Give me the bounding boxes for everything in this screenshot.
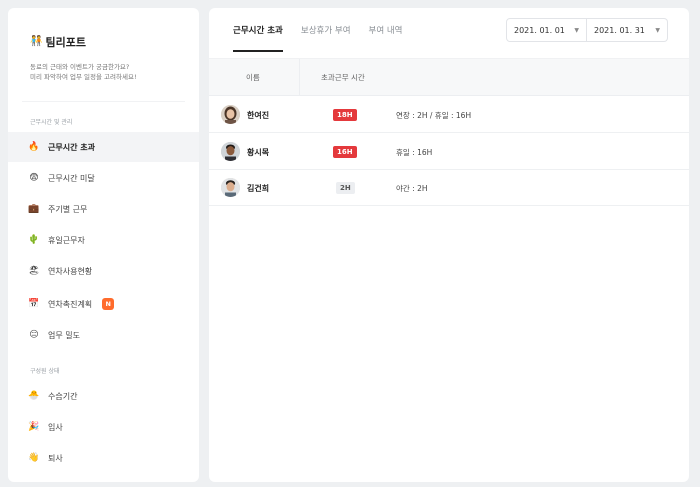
- cactus-icon: 🌵: [28, 234, 40, 245]
- overtime-badge: 16H: [333, 146, 357, 158]
- chevron-down-icon: ▼: [655, 26, 660, 34]
- sidebar-item-joined[interactable]: 🎉 입사: [8, 412, 199, 442]
- overtime-badge: 2H: [336, 182, 355, 194]
- sidebar-item-leave-promotion[interactable]: 📅 연차촉진계획 N: [8, 289, 199, 319]
- new-badge: N: [102, 298, 115, 310]
- waving-hand-icon: 👋: [28, 452, 40, 463]
- member-name: 김건희: [247, 183, 270, 193]
- overtime-detail: 휴일 : 16H: [396, 147, 433, 157]
- member-name: 황시목: [247, 147, 270, 157]
- sidebar-item-label: 주기별 근무: [48, 204, 88, 214]
- sidebar-item-leave-usage[interactable]: 🏖 연차사용현황: [8, 256, 199, 286]
- sidebar-item-label: 휴일근무자: [48, 235, 85, 245]
- sidebar-item-undertime[interactable]: 😨 근무시간 미달: [8, 163, 199, 193]
- sidebar-item-holiday-workers[interactable]: 🌵 휴일근무자: [8, 225, 199, 255]
- sidebar-item-label: 연차사용현황: [48, 266, 93, 276]
- avatar-man-icon: [221, 142, 240, 161]
- party-popper-icon: 🎉: [28, 421, 40, 432]
- anxious-face-icon: 😨: [29, 172, 39, 183]
- sidebar-item-label: 업무 밀도: [48, 330, 80, 340]
- sidebar-item-resigned[interactable]: 👋 퇴사: [8, 443, 199, 473]
- brand: 🧑‍🤝‍🧑 팀리포트: [30, 34, 86, 50]
- sidebar-item-label: 입사: [48, 422, 63, 432]
- table-row[interactable]: 황시목 16H 휴일 : 16H: [209, 134, 689, 170]
- overtime-detail: 야간 : 2H: [396, 183, 428, 193]
- table-row[interactable]: 김건희 2H 야간 : 2H: [209, 170, 689, 206]
- sidebar-item-label: 연차촉진계획: [48, 299, 93, 309]
- start-date-value: 2021. 01. 01: [514, 25, 565, 35]
- avatar-woman-icon: [221, 105, 240, 124]
- tab-compensation-leave[interactable]: 보상휴가 부여: [301, 8, 351, 52]
- sidebar-item-periodic-work[interactable]: 💼 주기별 근무: [8, 194, 199, 224]
- avatar: [221, 178, 240, 197]
- overtime-detail: 연장 : 2H / 휴일 : 16H: [396, 110, 472, 120]
- sidebar-item-label: 근무시간 미달: [48, 173, 95, 183]
- date-range: 2021. 01. 01 ▼ 2021. 01. 31 ▼: [506, 18, 668, 42]
- tab-overtime[interactable]: 근무시간 초과: [233, 8, 283, 52]
- sidebar-item-label: 퇴사: [48, 453, 63, 463]
- sidebar-item-label: 수습기간: [48, 391, 78, 401]
- neutral-face-icon: 😑: [29, 329, 39, 340]
- chevron-down-icon: ▼: [574, 26, 579, 34]
- column-header-overtime: 초과근무 시간: [321, 72, 365, 82]
- member-name: 한여진: [247, 110, 270, 120]
- start-date-select[interactable]: 2021. 01. 01 ▼: [506, 18, 587, 42]
- chick-icon: 🐣: [28, 390, 40, 401]
- brand-subtitle-line1: 동료의 근태와 이벤트가 궁금한가요?: [30, 63, 130, 71]
- section-label-work: 근무시간 및 관리: [30, 119, 73, 126]
- sidebar: 🧑‍🤝‍🧑 팀리포트 동료의 근태와 이벤트가 궁금한가요? 미리 파악하여 업…: [8, 8, 199, 482]
- end-date-value: 2021. 01. 31: [594, 25, 645, 35]
- table-row[interactable]: 한여진 18H 연장 : 2H / 휴일 : 16H: [209, 97, 689, 133]
- briefcase-icon: 💼: [28, 203, 40, 214]
- brand-title: 팀리포트: [45, 36, 86, 49]
- sidebar-item-label: 근무시간 초과: [48, 142, 95, 152]
- avatar: [221, 105, 240, 124]
- sidebar-item-work-density[interactable]: 😑 업무 밀도: [8, 320, 199, 350]
- brand-subtitle: 동료의 근태와 이벤트가 궁금한가요? 미리 파악하여 업무 일정을 고려하세요…: [30, 62, 195, 82]
- fire-icon: 🔥: [28, 141, 40, 152]
- beach-icon: 🏖: [28, 265, 40, 276]
- tab-bar: 근무시간 초과 보상휴가 부여 부여 내역: [233, 8, 421, 52]
- table-header: 이름 초과근무 시간: [209, 58, 689, 96]
- column-header-name: 이름: [246, 72, 260, 82]
- sidebar-item-probation[interactable]: 🐣 수습기간: [8, 381, 199, 411]
- main-panel: 근무시간 초과 보상휴가 부여 부여 내역 2021. 01. 01 ▼ 202…: [209, 8, 689, 482]
- column-divider: [299, 59, 300, 95]
- overtime-badge: 18H: [333, 109, 357, 121]
- avatar: [221, 142, 240, 161]
- section-label-member: 구성원 상태: [30, 368, 60, 375]
- people-icon: 🧑‍🤝‍🧑: [30, 36, 43, 47]
- calendar-icon: 📅: [28, 298, 40, 309]
- avatar-man-icon: [221, 178, 240, 197]
- brand-subtitle-line2: 미리 파악하여 업무 일정을 고려하세요!: [30, 73, 137, 81]
- sidebar-divider: [22, 101, 185, 102]
- tab-grant-history[interactable]: 부여 내역: [369, 8, 403, 52]
- end-date-select[interactable]: 2021. 01. 31 ▼: [587, 18, 668, 42]
- sidebar-item-overtime[interactable]: 🔥 근무시간 초과: [8, 132, 199, 162]
